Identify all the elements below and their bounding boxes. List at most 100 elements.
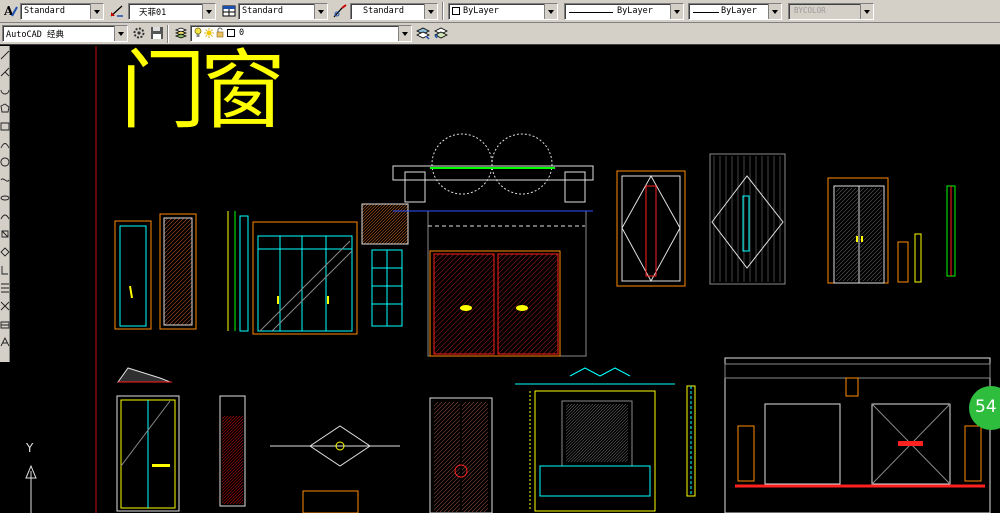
door-panel-hatch xyxy=(860,188,882,281)
multileader-style-icon[interactable] xyxy=(331,2,349,20)
layer-lock-icon[interactable] xyxy=(215,27,225,42)
drawing-canvas[interactable]: 门窗 Y 54 xyxy=(10,46,1000,513)
draw-tool-icon[interactable] xyxy=(0,301,10,311)
hatch-line xyxy=(566,404,573,411)
elevation-door xyxy=(764,403,841,485)
hatch-line xyxy=(222,475,243,498)
layer-on-icon[interactable] xyxy=(193,27,203,42)
color-control-select[interactable]: ByLayer xyxy=(448,3,558,20)
draw-tools-strip[interactable] xyxy=(0,46,10,362)
chevron-down-icon[interactable] xyxy=(202,4,215,19)
layer-thaw-icon[interactable] xyxy=(204,27,214,42)
hatch-line xyxy=(222,416,223,417)
draw-tool-icon[interactable] xyxy=(1,230,9,238)
hatch-line xyxy=(618,452,628,462)
hatch-line xyxy=(566,404,621,459)
chevron-down-icon[interactable] xyxy=(424,4,437,19)
section-symbol xyxy=(117,367,171,383)
draw-tool-icon[interactable] xyxy=(0,89,10,95)
hatch-line xyxy=(462,402,483,423)
hatch-line xyxy=(498,254,509,265)
chevron-down-icon[interactable] xyxy=(768,4,781,19)
hatch-line xyxy=(362,204,375,217)
dim-style-icon[interactable] xyxy=(108,2,126,20)
hatch-line xyxy=(434,402,439,407)
hatch-line xyxy=(222,481,243,504)
chevron-down-icon[interactable] xyxy=(670,4,683,19)
draw-tool-icon[interactable] xyxy=(0,336,10,347)
dim-style-select[interactable]: 天菲01 xyxy=(128,3,216,20)
chevron-down-icon[interactable] xyxy=(398,26,411,41)
hatch-line xyxy=(597,431,628,462)
layer-properties-icon[interactable] xyxy=(172,24,190,42)
hatch-line xyxy=(164,297,192,325)
hatch-line xyxy=(222,445,243,468)
text-style-select[interactable]: Standard xyxy=(20,3,104,20)
text-style-icon[interactable]: A xyxy=(2,2,20,20)
hatch-line xyxy=(184,317,192,325)
hatch-line xyxy=(860,188,873,201)
draw-tool-icon[interactable] xyxy=(0,157,10,167)
hatch-line xyxy=(362,204,399,241)
hatch-line xyxy=(624,458,628,462)
draw-tool-icon[interactable] xyxy=(0,143,10,149)
draw-tool-icon[interactable] xyxy=(0,103,10,113)
hatch-line xyxy=(362,204,372,214)
layer-previous-icon[interactable] xyxy=(432,24,450,42)
table-style-select[interactable]: Standard xyxy=(238,3,328,20)
hatch-line xyxy=(566,404,624,462)
draw-tool-icon[interactable] xyxy=(0,214,10,220)
save-workspace-icon[interactable] xyxy=(148,24,166,42)
hatch-line xyxy=(434,447,460,475)
make-current-layer-icon[interactable] xyxy=(414,24,432,42)
hatch-line xyxy=(860,253,882,277)
hatch-line xyxy=(222,454,243,477)
hatch-line xyxy=(439,491,460,512)
hatch-line xyxy=(222,472,243,495)
table-style-icon[interactable] xyxy=(220,2,238,20)
hatch-line xyxy=(566,404,609,447)
draw-tool-icon[interactable] xyxy=(0,247,10,257)
draw-tool-icon[interactable] xyxy=(0,50,10,60)
hatch-line xyxy=(621,455,628,462)
chevron-down-icon[interactable] xyxy=(314,4,327,19)
hatch-line xyxy=(606,440,628,462)
hatch-line xyxy=(860,257,882,281)
multileader-style-select[interactable]: Standard xyxy=(350,3,438,20)
hatch-line xyxy=(836,229,858,253)
draw-tool-icon[interactable] xyxy=(0,122,10,131)
column-hatch xyxy=(222,416,243,504)
chevron-down-icon[interactable] xyxy=(114,26,127,41)
layer-control-select[interactable]: 0 xyxy=(190,25,412,42)
hatch-line xyxy=(164,218,165,219)
draw-tool-icon[interactable] xyxy=(0,178,10,182)
hatch-line xyxy=(462,435,488,463)
linetype-control-select[interactable]: ByLayer xyxy=(564,3,684,20)
door-frame xyxy=(616,170,686,287)
hatch-line xyxy=(483,343,494,354)
draw-tool-icon[interactable] xyxy=(1,283,9,293)
hatch-line xyxy=(434,402,451,419)
workspace-select[interactable]: AutoCAD 经典 xyxy=(2,25,128,42)
draw-tool-icon[interactable] xyxy=(0,67,10,77)
draw-tool-icon[interactable] xyxy=(0,195,10,201)
hatch-line xyxy=(566,404,576,414)
hatch-line xyxy=(566,404,591,429)
hatch-line xyxy=(588,422,628,462)
draw-tool-icon[interactable] xyxy=(1,266,8,275)
elevation-capital xyxy=(845,377,859,397)
draw-tool-icon[interactable] xyxy=(0,321,10,329)
window-head-hatch xyxy=(362,204,408,244)
lineweight-preview xyxy=(693,12,719,13)
hatch-line xyxy=(860,245,882,269)
chevron-down-icon[interactable] xyxy=(544,4,557,19)
workspace-settings-icon[interactable] xyxy=(130,24,148,42)
hatch-line xyxy=(222,457,243,480)
chevron-down-icon[interactable] xyxy=(90,4,103,19)
hatch-line xyxy=(176,309,192,325)
hatch-line xyxy=(222,418,243,441)
lineweight-control-select[interactable]: ByLayer xyxy=(688,3,782,20)
hatch-line xyxy=(369,205,408,244)
diamond-inlay xyxy=(621,174,681,283)
hatch-line xyxy=(591,425,628,462)
